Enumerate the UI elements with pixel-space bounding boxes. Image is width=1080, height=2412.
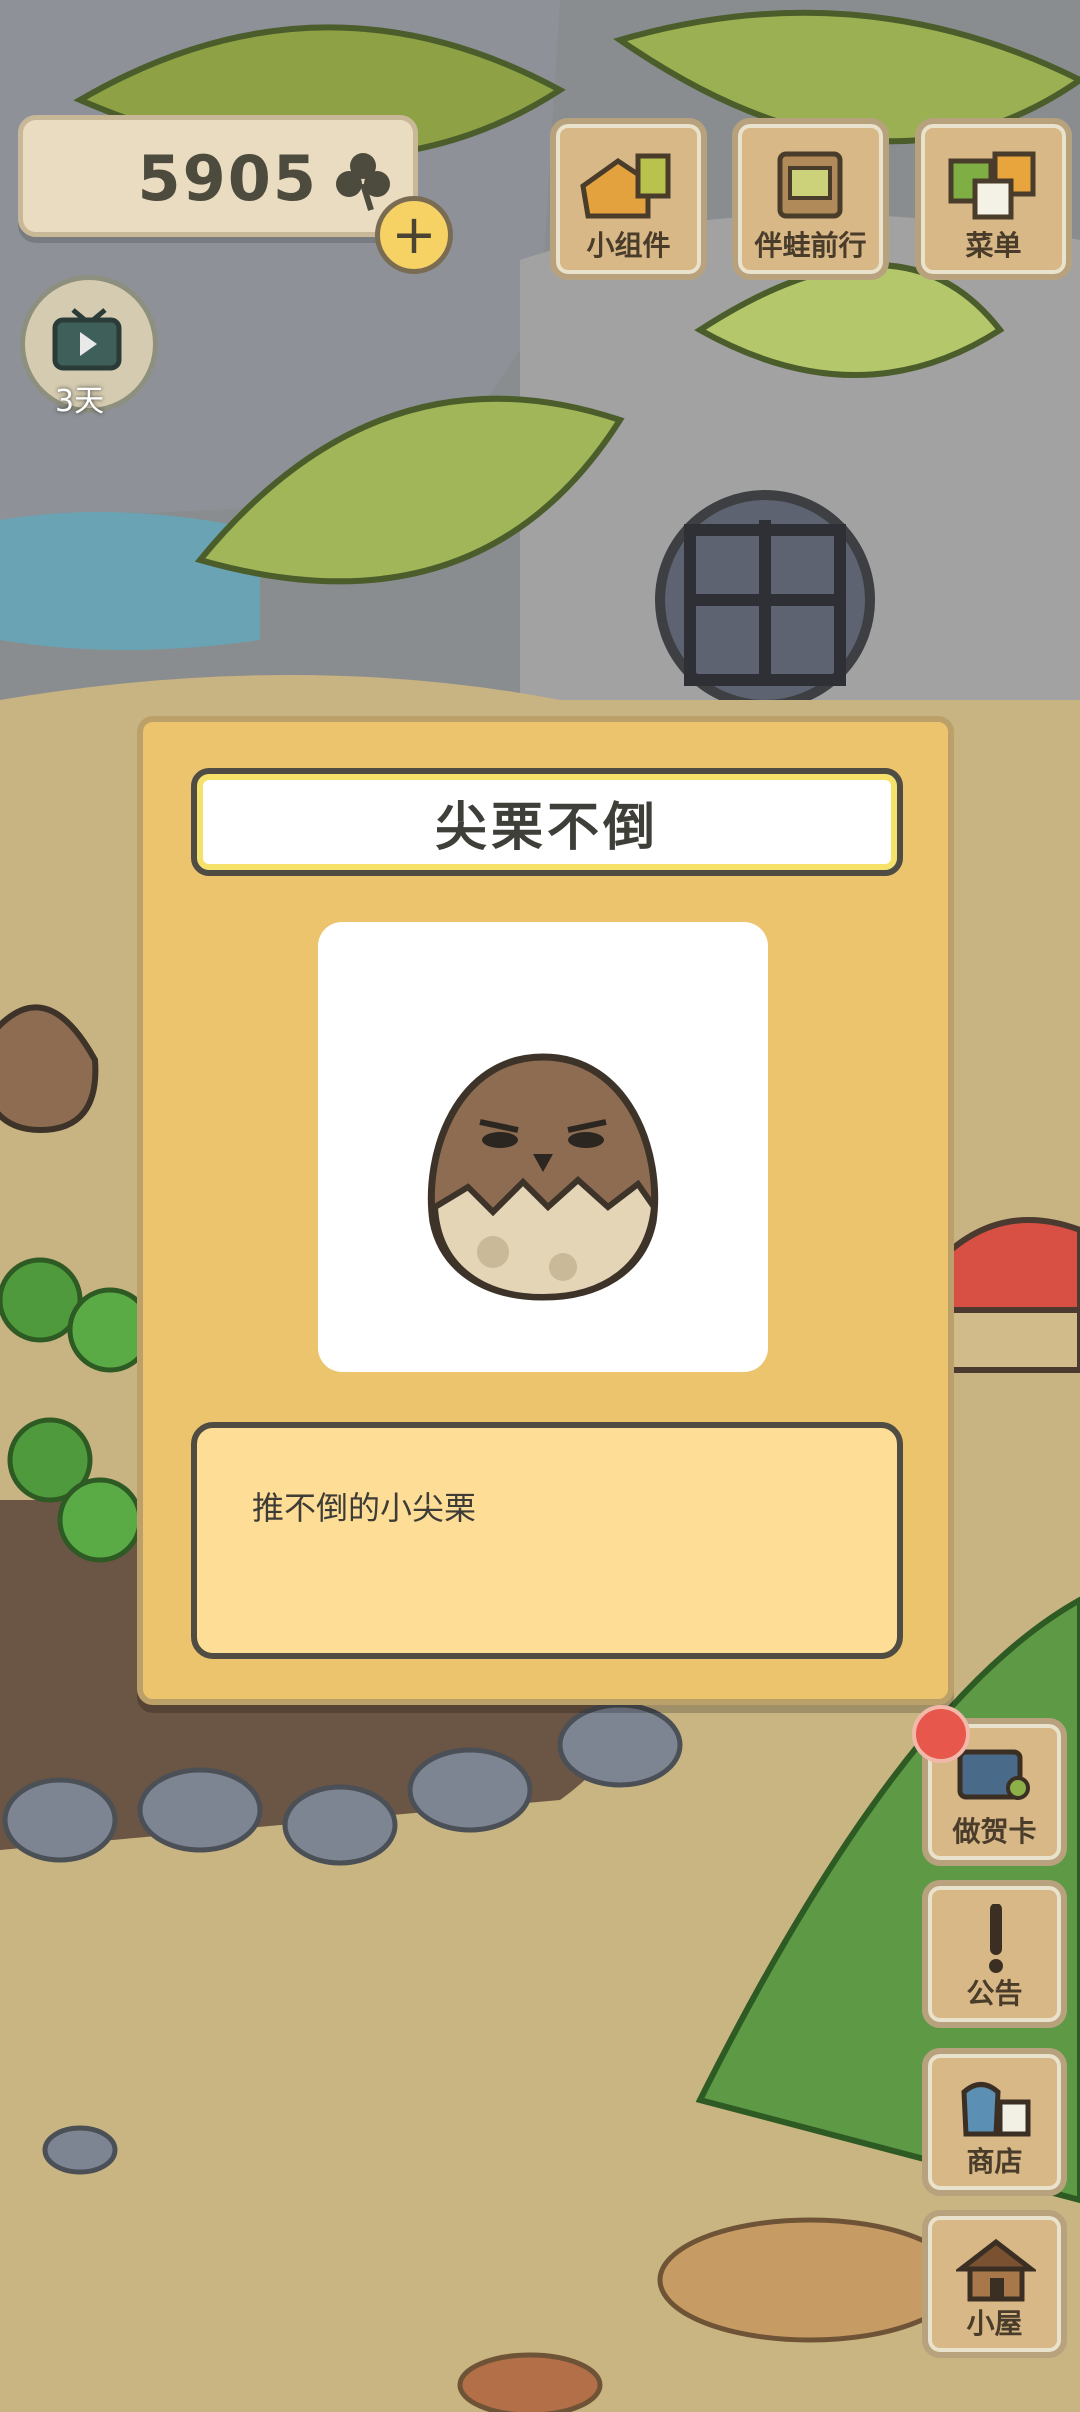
travel-with-frog-button[interactable]: 伴蛙前行	[732, 118, 889, 280]
item-title-box: 尖栗不倒	[191, 768, 903, 876]
menu-button[interactable]: 菜单	[915, 118, 1072, 280]
exclamation-icon	[989, 1904, 1003, 1973]
chestnut-character-image	[427, 1053, 659, 1301]
house-icon	[956, 2238, 1036, 2302]
travel-with-frog-label: 伴蛙前行	[754, 229, 867, 262]
clover-currency-bar: 5905	[18, 115, 418, 237]
widgets-button[interactable]: 小组件	[550, 118, 707, 280]
item-detail-dialog[interactable]: 尖栗不倒 推不倒的小尖栗	[137, 716, 954, 1705]
item-description-box: 推不倒的小尖栗	[191, 1422, 903, 1659]
house-button[interactable]: 小屋	[922, 2210, 1067, 2358]
tv-days-label: 3天	[55, 384, 105, 419]
shop-bags-icon	[961, 2082, 1031, 2137]
plus-icon: +	[391, 203, 437, 266]
item-image-frame	[318, 922, 768, 1372]
shop-button[interactable]: 商店	[922, 2048, 1067, 2196]
notification-badge	[912, 1705, 970, 1763]
add-clover-button[interactable]: +	[375, 196, 453, 274]
menu-cards-icon	[948, 151, 1036, 220]
widget-house-icon	[580, 153, 671, 219]
announcement-label: 公告	[966, 1977, 1023, 2010]
announcement-button[interactable]: 公告	[922, 1880, 1067, 2028]
widgets-label: 小组件	[586, 229, 671, 262]
shop-label: 商店	[966, 2145, 1023, 2178]
house-label: 小屋	[966, 2307, 1023, 2340]
menu-label: 菜单	[965, 229, 1022, 262]
greeting-card-icon	[957, 1749, 1030, 1800]
make-card-label: 做贺卡	[952, 1815, 1037, 1848]
item-title: 尖栗不倒	[434, 797, 659, 858]
clover-icon	[336, 153, 390, 211]
clover-count: 5905	[137, 142, 318, 215]
item-description: 推不倒的小尖栗	[252, 1489, 477, 1527]
photo-book-icon	[777, 151, 843, 219]
